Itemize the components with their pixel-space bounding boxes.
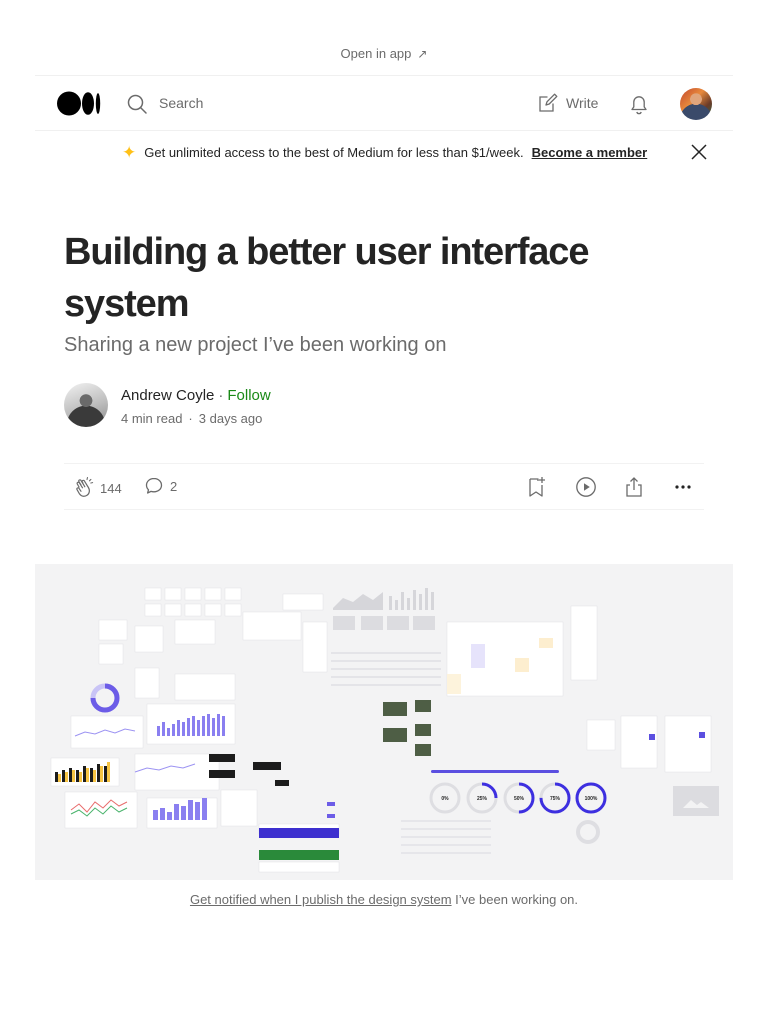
notifications-bell-icon[interactable] — [628, 92, 650, 116]
medium-logo-icon[interactable] — [57, 91, 101, 116]
progress-label-50: 50% — [514, 796, 525, 802]
more-options-icon[interactable] — [672, 476, 694, 498]
search-input[interactable]: Search — [159, 95, 203, 111]
author-avatar[interactable] — [64, 383, 108, 427]
progress-label-100: 100% — [585, 796, 598, 802]
caption-text: I’ve been working on. — [451, 892, 579, 907]
bookmark-icon[interactable] — [526, 476, 548, 498]
progress-label-0: 0% — [441, 796, 449, 802]
follow-button[interactable]: Follow — [227, 387, 270, 404]
search-icon[interactable] — [126, 93, 148, 115]
open-in-app-link[interactable]: Open in app ↗ — [0, 46, 768, 61]
article-subtitle: Sharing a new project I’ve been working … — [64, 334, 447, 356]
clap-icon — [76, 476, 94, 497]
author-name[interactable]: Andrew Coyle — [121, 387, 214, 404]
clap-count: 144 — [100, 480, 122, 496]
clap-button[interactable]: 144 — [72, 476, 122, 500]
comment-icon — [145, 477, 163, 494]
progress-label-75: 75% — [550, 796, 561, 802]
share-icon[interactable] — [623, 476, 645, 498]
nav-divider — [35, 130, 733, 131]
sparkle-icon: ✦ — [122, 143, 137, 162]
write-label: Write — [566, 95, 599, 111]
close-icon[interactable] — [689, 142, 709, 162]
article-hero-image: 0% 25% 50% 75% 100% — [35, 564, 733, 880]
user-avatar[interactable] — [680, 88, 712, 120]
progress-label-25: 25% — [477, 796, 488, 802]
become-member-link[interactable]: Become a member — [532, 145, 648, 160]
open-in-app-label: Open in app — [340, 46, 412, 61]
response-count: 2 — [170, 478, 178, 494]
article-actions-bar: 144 2 — [64, 463, 704, 510]
external-arrow-icon: ↗ — [417, 47, 428, 61]
article-title: Building a better user interface system — [64, 231, 589, 325]
publish-date: 3 days ago — [198, 411, 263, 426]
read-time: 4 min read — [121, 411, 183, 426]
author-line: Andrew Coyle · Follow — [121, 387, 271, 404]
responses-button[interactable]: 2 — [144, 476, 177, 496]
banner-text: Get unlimited access to the best of Medi… — [144, 145, 524, 160]
top-divider — [35, 75, 733, 76]
listen-play-icon[interactable] — [575, 476, 597, 498]
write-button[interactable]: Write — [538, 93, 598, 113]
image-caption: Get notified when I publish the design s… — [0, 892, 768, 907]
caption-link[interactable]: Get notified when I publish the design s… — [190, 892, 452, 907]
write-icon — [539, 93, 558, 112]
article-meta: 4 min read · 3 days ago — [121, 411, 263, 426]
membership-banner: ✦ Get unlimited access to the best of Me… — [122, 144, 647, 161]
design-system-collage: 0% 25% 50% 75% 100% — [50, 587, 719, 873]
